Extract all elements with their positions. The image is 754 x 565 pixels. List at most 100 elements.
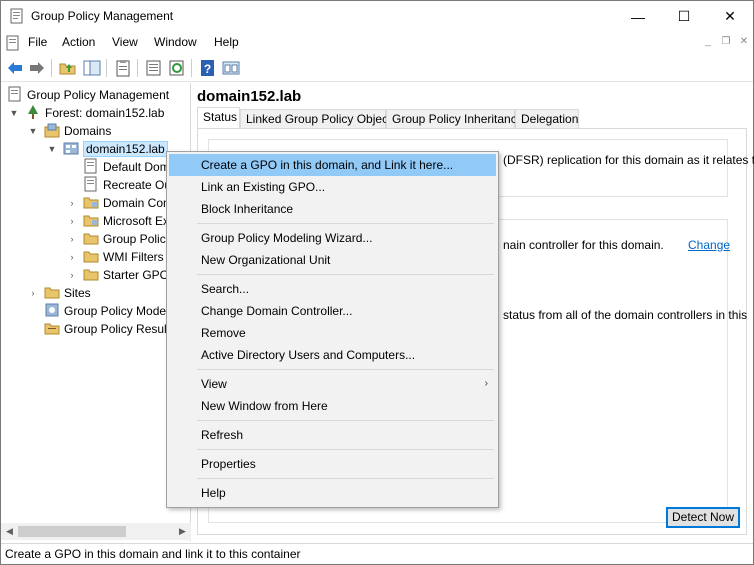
tree-item-results[interactable]: Group Policy Resul [44,320,167,338]
change-link[interactable]: Change [688,238,730,252]
menu-item-new-ou[interactable]: New Organizational Unit [169,249,496,271]
tree-horizontal-scrollbar[interactable]: ◀ ▶ [1,523,191,540]
menu-view[interactable]: View [112,35,138,49]
tree-label: Domain Con [103,196,170,210]
tree-label: Forest: domain152.lab [45,106,165,120]
gpo-link-icon [84,176,97,192]
tree-label: Starter GPO [103,268,170,282]
tree-label: Sites [64,286,91,300]
menu-help[interactable]: Help [214,35,239,49]
submenu-arrow-icon: › [484,378,488,389]
tree-item-root[interactable]: Group Policy Management [7,86,169,104]
baseline-dc-text: nain controller for this domain. [503,238,664,252]
tree-item-gpo-container[interactable]: Group Polic [83,230,166,248]
properties-icon[interactable] [222,59,240,77]
mdi-close-button[interactable]: ✕ [737,35,751,49]
menu-item-change-dc[interactable]: Change Domain Controller... [169,300,496,322]
close-button[interactable]: ✕ [707,1,753,32]
expand-arrow-icon[interactable]: › [67,266,77,284]
tree-label: Domains [64,124,112,138]
expand-arrow-icon[interactable]: › [28,284,38,302]
mdi-restore-button[interactable]: ❐ [719,35,733,49]
tree-label: Group Policy Mode [64,304,167,318]
menu-item-block-inheritance[interactable]: Block Inheritance [169,198,496,220]
menu-item-properties[interactable]: Properties [169,453,496,475]
menu-item-link-existing-gpo[interactable]: Link an Existing GPO... [169,176,496,198]
collapse-arrow-icon[interactable]: ▼ [28,122,38,140]
up-folder-icon[interactable] [59,59,77,77]
menu-item-remove[interactable]: Remove [169,322,496,344]
detect-now-button[interactable]: Detect Now [666,507,740,528]
mdi-minimize-button[interactable]: _ [701,35,715,49]
tree-label: Group Polic [103,232,166,246]
tree-label: Group Policy Resul [64,322,167,336]
menu-item-search[interactable]: Search... [169,278,496,300]
scrollbar-thumb[interactable] [18,526,126,537]
tab-gp-inheritance[interactable]: Group Policy Inheritance [386,109,523,129]
menu-item-create-gpo-link[interactable]: Create a GPO in this domain, and Link it… [169,154,496,176]
forward-icon[interactable] [28,59,46,77]
gpm-root-icon [8,86,21,102]
folder-icon [83,233,99,245]
menu-item-help[interactable]: Help [169,482,496,504]
svg-text:?: ? [204,62,211,76]
tree-item-modeling[interactable]: Group Policy Mode [44,302,166,320]
tree-item-forest[interactable]: Forest: domain152.lab [25,104,164,122]
tree-item-gpo-link[interactable]: Default Dom [83,158,170,176]
gp-modeling-icon [45,303,59,317]
menu-action[interactable]: Action [62,35,95,49]
tree-item-sites[interactable]: Sites [44,284,91,302]
help-icon[interactable]: ? [199,59,217,77]
menu-item-refresh[interactable]: Refresh [169,424,496,446]
tree-item-wmi-filters[interactable]: WMI Filters [83,248,164,266]
toolbar-separator [191,59,192,77]
menu-item-view[interactable]: View › [169,373,496,395]
tab-delegation[interactable]: Delegation [515,109,579,129]
tree-label: Group Policy Management [27,88,170,102]
folder-icon [83,251,99,263]
menu-item-gp-modeling-wizard[interactable]: Group Policy Modeling Wizard... [169,227,496,249]
tree-item-ou[interactable]: Microsoft Ex [83,212,169,230]
menu-separator [197,274,494,275]
context-menu: Create a GPO in this domain, and Link it… [166,151,499,508]
menu-item-new-window[interactable]: New Window from Here [169,395,496,417]
expand-arrow-icon[interactable]: › [67,248,77,266]
domains-icon [44,123,60,138]
console-tree: Group Policy Management ▼ Forest: domain… [1,83,191,541]
back-icon[interactable] [6,59,24,77]
tree-item-gpo-link[interactable]: Recreate Ou [83,176,171,194]
ou-folder-icon [83,215,99,227]
child-window-icon[interactable] [5,35,21,51]
expand-arrow-icon[interactable]: › [67,212,77,230]
maximize-button[interactable]: ☐ [661,1,707,32]
tree-item-starter-gpos[interactable]: Starter GPO [83,266,169,284]
clipboard-icon[interactable] [114,59,132,77]
refresh-icon[interactable] [168,59,186,77]
menu-bar: File Action View Window Help _ ❐ ✕ [1,32,753,54]
show-hide-tree-icon[interactable] [83,59,101,77]
menu-item-aduc[interactable]: Active Directory Users and Computers... [169,344,496,366]
tab-linked-gpos[interactable]: Linked Group Policy Objects [240,109,397,129]
scroll-right-icon[interactable]: ▶ [174,523,191,540]
tree-item-domain[interactable]: domain152.lab [63,140,168,158]
tree-label: Recreate Ou [103,178,172,192]
menu-window[interactable]: Window [154,35,197,49]
tree-item-domains[interactable]: Domains [44,122,111,140]
minimize-button[interactable]: — [615,1,661,32]
menu-file[interactable]: File [28,35,47,49]
scroll-left-icon[interactable]: ◀ [1,523,18,540]
window-title: Group Policy Management [31,9,174,23]
collapse-arrow-icon[interactable]: ▼ [9,104,19,122]
title-bar: Group Policy Management — ☐ ✕ [1,1,753,32]
gpo-link-icon [84,158,97,174]
menu-separator [197,478,494,479]
expand-arrow-icon[interactable]: › [67,230,77,248]
export-list-icon[interactable] [145,59,163,77]
ou-folder-icon [83,197,99,209]
menu-separator [197,223,494,224]
expand-arrow-icon[interactable]: › [67,194,77,212]
collapse-arrow-icon[interactable]: ▼ [47,140,57,158]
tab-status[interactable]: Status [197,107,240,129]
toolbar-separator [106,59,107,77]
tree-item-ou[interactable]: Domain Con [83,194,170,212]
